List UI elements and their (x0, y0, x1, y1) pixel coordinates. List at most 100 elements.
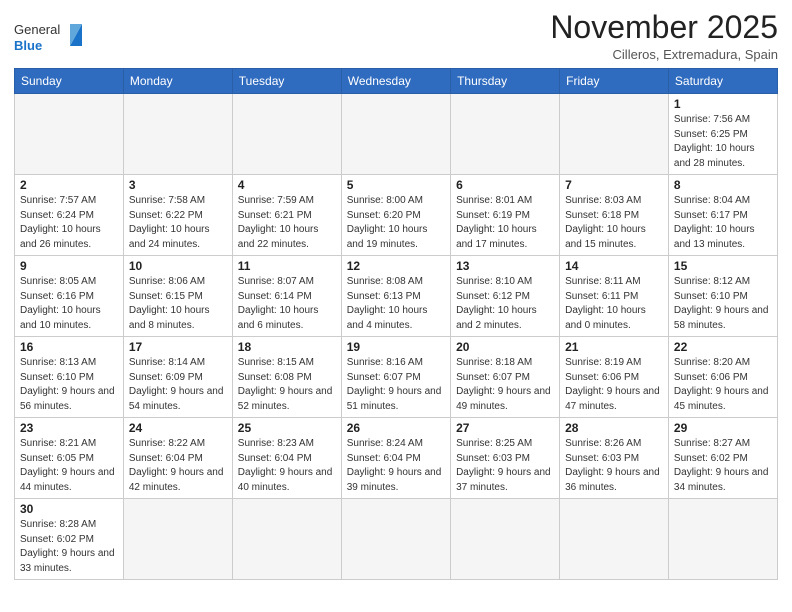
day-info: Sunrise: 8:26 AM Sunset: 6:03 PM Dayligh… (565, 437, 663, 495)
day-info: Sunrise: 8:23 AM Sunset: 6:04 PM Dayligh… (238, 437, 336, 495)
day-info: Sunrise: 8:19 AM Sunset: 6:06 PM Dayligh… (565, 356, 663, 414)
header-tuesday: Tuesday (232, 69, 341, 94)
calendar-week-2: 2 Sunrise: 7:57 AM Sunset: 6:24 PM Daylig… (15, 175, 778, 256)
day-info: Sunrise: 8:05 AM Sunset: 6:16 PM Dayligh… (20, 275, 118, 333)
day-number: 27 (456, 421, 554, 435)
day-number: 5 (347, 178, 445, 192)
day-info: Sunrise: 8:07 AM Sunset: 6:14 PM Dayligh… (238, 275, 336, 333)
table-row: 7 Sunrise: 8:03 AM Sunset: 6:18 PM Daylig… (560, 175, 669, 256)
day-info: Sunrise: 8:13 AM Sunset: 6:10 PM Dayligh… (20, 356, 118, 414)
table-row (560, 94, 669, 175)
day-number: 3 (129, 178, 227, 192)
table-row: 26Sunrise: 8:24 AM Sunset: 6:04 PM Dayli… (341, 418, 450, 499)
calendar-subtitle: Cilleros, Extremadura, Spain (550, 47, 778, 62)
day-info: Sunrise: 7:59 AM Sunset: 6:21 PM Dayligh… (238, 194, 336, 252)
day-info: Sunrise: 8:11 AM Sunset: 6:11 PM Dayligh… (565, 275, 663, 333)
table-row (15, 94, 124, 175)
header-wednesday: Wednesday (341, 69, 450, 94)
svg-text:Blue: Blue (14, 38, 42, 53)
day-info: Sunrise: 8:00 AM Sunset: 6:20 PM Dayligh… (347, 194, 445, 252)
header-monday: Monday (123, 69, 232, 94)
table-row: 27 Sunrise: 8:25 AM Sunset: 6:03 PM Dayli… (451, 418, 560, 499)
day-number: 18 (238, 340, 336, 354)
table-row: 13 Sunrise: 8:10 AM Sunset: 6:12 PM Dayli… (451, 256, 560, 337)
table-row: 11Sunrise: 8:07 AM Sunset: 6:14 PM Dayli… (232, 256, 341, 337)
table-row: 20Sunrise: 8:18 AM Sunset: 6:07 PM Dayli… (451, 337, 560, 418)
day-number: 29 (674, 421, 772, 435)
calendar-week-1: 1 Sunrise: 7:56 AM Sunset: 6:25 PM Daylig… (15, 94, 778, 175)
table-row: 6 Sunrise: 8:01 AM Sunset: 6:19 PM Daylig… (451, 175, 560, 256)
page: General Blue November 2025 Cilleros, Ext… (0, 0, 792, 612)
table-row: 18Sunrise: 8:15 AM Sunset: 6:08 PM Dayli… (232, 337, 341, 418)
day-info: Sunrise: 8:21 AM Sunset: 6:05 PM Dayligh… (20, 437, 118, 495)
header-saturday: Saturday (668, 69, 777, 94)
table-row: 15 Sunrise: 8:12 AM Sunset: 6:10 PM Dayli… (668, 256, 777, 337)
table-row (232, 499, 341, 580)
calendar-week-3: 9 Sunrise: 8:05 AM Sunset: 6:16 PM Daylig… (15, 256, 778, 337)
day-number: 6 (456, 178, 554, 192)
table-row (341, 94, 450, 175)
table-row: 16 Sunrise: 8:13 AM Sunset: 6:10 PM Dayli… (15, 337, 124, 418)
day-info: Sunrise: 8:20 AM Sunset: 6:06 PM Dayligh… (674, 356, 772, 414)
day-info: Sunrise: 8:04 AM Sunset: 6:17 PM Dayligh… (674, 194, 772, 252)
table-row: 3 Sunrise: 7:58 AM Sunset: 6:22 PM Daylig… (123, 175, 232, 256)
day-info: Sunrise: 8:18 AM Sunset: 6:07 PM Dayligh… (456, 356, 554, 414)
header: General Blue November 2025 Cilleros, Ext… (14, 10, 778, 62)
day-number: 1 (674, 97, 772, 111)
day-info: Sunrise: 7:56 AM Sunset: 6:25 PM Dayligh… (674, 113, 772, 171)
day-info: Sunrise: 8:16 AM Sunset: 6:07 PM Dayligh… (347, 356, 445, 414)
header-sunday: Sunday (15, 69, 124, 94)
day-number: 19 (347, 340, 445, 354)
day-number: 8 (674, 178, 772, 192)
day-number: 12 (347, 259, 445, 273)
day-number: 16 (20, 340, 118, 354)
day-number: 7 (565, 178, 663, 192)
calendar-title: November 2025 (550, 10, 778, 45)
table-row (451, 94, 560, 175)
day-number: 25 (238, 421, 336, 435)
day-number: 2 (20, 178, 118, 192)
day-number: 13 (456, 259, 554, 273)
day-number: 23 (20, 421, 118, 435)
table-row: 28 Sunrise: 8:26 AM Sunset: 6:03 PM Dayli… (560, 418, 669, 499)
day-number: 17 (129, 340, 227, 354)
day-info: Sunrise: 8:14 AM Sunset: 6:09 PM Dayligh… (129, 356, 227, 414)
day-info: Sunrise: 8:24 AM Sunset: 6:04 PM Dayligh… (347, 437, 445, 495)
day-info: Sunrise: 8:12 AM Sunset: 6:10 PM Dayligh… (674, 275, 772, 333)
day-number: 22 (674, 340, 772, 354)
table-row: 25 Sunrise: 8:23 AM Sunset: 6:04 PM Dayli… (232, 418, 341, 499)
table-row: 1 Sunrise: 7:56 AM Sunset: 6:25 PM Daylig… (668, 94, 777, 175)
header-thursday: Thursday (451, 69, 560, 94)
table-row: 12 Sunrise: 8:08 AM Sunset: 6:13 PM Dayli… (341, 256, 450, 337)
table-row (560, 499, 669, 580)
day-number: 10 (129, 259, 227, 273)
table-row: 30Sunrise: 8:28 AM Sunset: 6:02 PM Dayli… (15, 499, 124, 580)
table-row: 17 Sunrise: 8:14 AM Sunset: 6:09 PM Dayli… (123, 337, 232, 418)
day-number: 28 (565, 421, 663, 435)
table-row: 19 Sunrise: 8:16 AM Sunset: 6:07 PM Dayli… (341, 337, 450, 418)
day-info: Sunrise: 7:58 AM Sunset: 6:22 PM Dayligh… (129, 194, 227, 252)
calendar-week-4: 16 Sunrise: 8:13 AM Sunset: 6:10 PM Dayli… (15, 337, 778, 418)
day-number: 15 (674, 259, 772, 273)
day-info: Sunrise: 8:25 AM Sunset: 6:03 PM Dayligh… (456, 437, 554, 495)
day-info: Sunrise: 8:01 AM Sunset: 6:19 PM Dayligh… (456, 194, 554, 252)
day-number: 30 (20, 502, 118, 516)
day-info: Sunrise: 7:57 AM Sunset: 6:24 PM Dayligh… (20, 194, 118, 252)
logo: General Blue (14, 16, 84, 61)
svg-text:General: General (14, 22, 60, 37)
day-info: Sunrise: 8:22 AM Sunset: 6:04 PM Dayligh… (129, 437, 227, 495)
table-row (232, 94, 341, 175)
table-row: 22 Sunrise: 8:20 AM Sunset: 6:06 PM Dayli… (668, 337, 777, 418)
table-row: 29Sunrise: 8:27 AM Sunset: 6:02 PM Dayli… (668, 418, 777, 499)
table-row: 2 Sunrise: 7:57 AM Sunset: 6:24 PM Daylig… (15, 175, 124, 256)
table-row: 4Sunrise: 7:59 AM Sunset: 6:21 PM Daylig… (232, 175, 341, 256)
day-number: 9 (20, 259, 118, 273)
day-number: 14 (565, 259, 663, 273)
day-info: Sunrise: 8:08 AM Sunset: 6:13 PM Dayligh… (347, 275, 445, 333)
day-info: Sunrise: 8:03 AM Sunset: 6:18 PM Dayligh… (565, 194, 663, 252)
table-row: 14 Sunrise: 8:11 AM Sunset: 6:11 PM Dayli… (560, 256, 669, 337)
calendar-week-6: 30Sunrise: 8:28 AM Sunset: 6:02 PM Dayli… (15, 499, 778, 580)
table-row (668, 499, 777, 580)
day-info: Sunrise: 8:10 AM Sunset: 6:12 PM Dayligh… (456, 275, 554, 333)
table-row: 8 Sunrise: 8:04 AM Sunset: 6:17 PM Daylig… (668, 175, 777, 256)
